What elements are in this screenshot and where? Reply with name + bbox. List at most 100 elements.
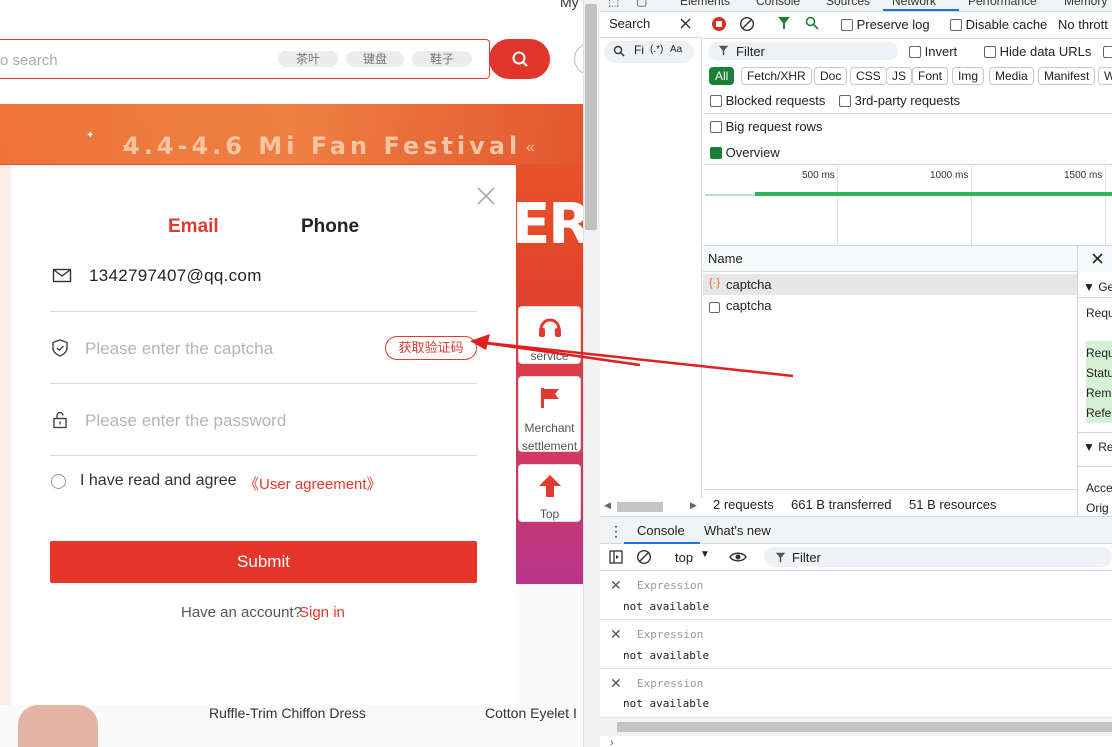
tab-network[interactable]: Network [892, 0, 936, 8]
scroll-right-icon[interactable]: ▶ [690, 500, 697, 511]
sidebar-toggle-icon[interactable] [609, 550, 623, 564]
blocked-requests-checkbox[interactable]: Blocked requests [710, 93, 825, 108]
expression-label[interactable]: Expression [637, 628, 703, 641]
filter-fetch-xhr[interactable]: Fetch/XHR [741, 67, 812, 85]
filter-img[interactable]: Img [952, 67, 985, 85]
context-select[interactable]: top [675, 550, 693, 565]
tab-memory[interactable]: Memory [1064, 0, 1107, 8]
filter-doc[interactable]: Doc [814, 67, 848, 85]
overview-checkbox[interactable]: Overview [710, 145, 780, 160]
filter-js[interactable]: JS [886, 67, 913, 85]
scroll-thumb[interactable] [617, 502, 663, 512]
search-icon[interactable] [805, 16, 819, 30]
record-icon[interactable] [711, 16, 727, 32]
remove-expression-icon[interactable]: ✕ [610, 675, 622, 692]
big-request-rows-checkbox[interactable]: Big request rows [710, 119, 822, 134]
captcha-input[interactable]: Please enter the captcha [85, 339, 273, 359]
inspect-icon[interactable]: ⬚ [608, 0, 619, 8]
email-field[interactable]: 1342797407@qq.com [89, 266, 262, 286]
name-column-header[interactable]: Name [708, 251, 743, 266]
scroll-left-icon[interactable]: ◀ [604, 500, 611, 511]
search-tag[interactable]: 鞋子 [412, 51, 472, 67]
search-tag[interactable]: 茶叶 [278, 51, 338, 67]
tab-performance[interactable]: Performance [968, 0, 1037, 8]
filter-font[interactable]: Font [912, 67, 949, 85]
submit-button[interactable]: Submit [50, 541, 477, 583]
merchant-settlement-button[interactable]: Merchant settlement [518, 376, 581, 453]
top-my-link[interactable]: My [560, 0, 579, 10]
device-icon[interactable]: ▢ [636, 0, 647, 8]
third-party-label: 3rd-party requests [854, 93, 961, 108]
agree-radio[interactable] [51, 474, 66, 489]
filter-css[interactable]: CSS [850, 67, 887, 85]
disable-cache-checkbox[interactable]: Disable cache [950, 17, 1047, 32]
tab-console[interactable]: Console [756, 0, 800, 8]
filter-all[interactable]: All [709, 67, 735, 85]
extra-checkbox[interactable] [1103, 44, 1112, 59]
invert-checkbox[interactable]: Invert [909, 44, 957, 59]
get-captcha-button[interactable]: 获取验证码 [385, 336, 477, 360]
chevron-right-icon: » [122, 139, 131, 156]
password-input[interactable]: Please enter the password [85, 411, 286, 431]
throttling-select[interactable]: No thrott [1058, 17, 1108, 32]
sparkle-icon: ✦ [86, 130, 95, 141]
console-scroll-thumb[interactable] [617, 722, 1112, 732]
tab-email[interactable]: Email [168, 216, 219, 238]
site-search-input[interactable]: o search [0, 52, 58, 69]
tab-phone[interactable]: Phone [301, 216, 359, 238]
search-horizontal-scrollbar[interactable]: ◀ ▶ [600, 498, 702, 516]
back-to-top-button[interactable]: Top [518, 464, 581, 522]
response-section-toggle[interactable]: ▼ Res [1083, 440, 1112, 454]
preserve-log-checkbox[interactable]: Preserve log [841, 17, 930, 32]
expression-label[interactable]: Expression [637, 579, 703, 592]
network-overview-timeline[interactable] [703, 164, 1112, 246]
detail-label: Requ [1086, 346, 1112, 360]
filter-icon[interactable] [777, 16, 791, 30]
clear-icon[interactable] [739, 16, 755, 32]
register-modal [11, 165, 516, 705]
table-row[interactable]: captcha [703, 295, 1077, 316]
third-party-checkbox[interactable]: 3rd-party requests [839, 93, 960, 108]
search-tab[interactable]: Search [609, 16, 650, 31]
eye-icon[interactable] [729, 551, 747, 563]
expression-value: not available [623, 649, 710, 662]
devtools-main-tabs: ⬚ ▢ Elements Console Sources Network Per… [600, 0, 1112, 12]
filter-media[interactable]: Media [989, 67, 1034, 85]
product-name[interactable]: Ruffle-Trim Chiffon Dress [209, 705, 366, 721]
search-icon [613, 45, 625, 57]
site-search-button[interactable] [489, 39, 550, 79]
match-case-toggle[interactable]: Aa [670, 44, 682, 55]
table-row[interactable]: {·} captcha [703, 274, 1077, 295]
expression-label[interactable]: Expression [637, 677, 703, 690]
requests-table-header: Name [703, 246, 1077, 272]
clear-console-icon[interactable] [636, 549, 652, 565]
filter-ws[interactable]: W [1098, 67, 1112, 85]
user-agreement-link[interactable]: 《User agreement》 [244, 473, 382, 494]
tab-console-drawer[interactable]: Console [637, 523, 685, 538]
regex-toggle[interactable]: (.*) [650, 44, 663, 55]
product-image[interactable] [18, 705, 98, 747]
remove-expression-icon[interactable]: ✕ [610, 626, 622, 643]
page-scrollbar-thumb[interactable] [585, 4, 597, 230]
search-input[interactable]: Fi [634, 43, 644, 57]
search-tag[interactable]: 键盘 [346, 51, 404, 67]
filter-manifest[interactable]: Manifest [1038, 67, 1096, 85]
detail-close-button[interactable] [1077, 246, 1112, 272]
tab-whats-new[interactable]: What's new [704, 523, 771, 538]
close-icon[interactable] [680, 18, 691, 29]
tab-sources[interactable]: Sources [826, 0, 870, 8]
user-circle-button[interactable] [574, 43, 583, 75]
service-button[interactable]: service [518, 306, 581, 364]
console-filter-placeholder: Filter [792, 550, 821, 565]
remove-expression-icon[interactable]: ✕ [610, 577, 622, 594]
tab-elements[interactable]: Elements [680, 0, 730, 8]
timeline-bar [755, 192, 1112, 196]
close-icon[interactable] [476, 186, 496, 206]
sign-in-link[interactable]: Sign in [299, 604, 345, 621]
xhr-icon: {·} [709, 277, 721, 289]
hide-data-urls-checkbox[interactable]: Hide data URLs [984, 44, 1091, 59]
product-name[interactable]: Cotton Eyelet I [485, 705, 577, 721]
drawer-menu-icon[interactable]: ⋮ [609, 523, 623, 540]
detail-label: Orig [1086, 501, 1109, 515]
general-section-toggle[interactable]: ▼ Ger [1083, 280, 1112, 294]
